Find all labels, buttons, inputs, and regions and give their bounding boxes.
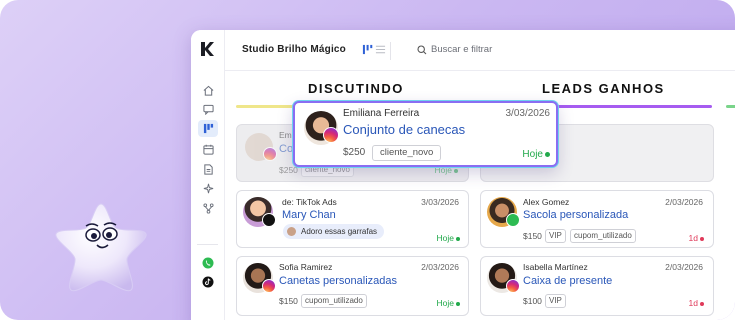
board-icon[interactable]: [198, 120, 218, 137]
lead-card[interactable]: Isabella Martínez 2/03/2026 Caixa de pre…: [480, 256, 714, 316]
search-icon: [417, 45, 427, 55]
card-status: Hoje: [437, 298, 460, 308]
top-bar: Studio Brilho Mágico Buscar e filtrar: [224, 30, 735, 71]
card-tag: cupom_utilizado: [301, 294, 367, 308]
column-title-discutindo: DISCUTINDO: [308, 81, 404, 96]
instagram-icon: [323, 127, 339, 143]
workspace-title: Studio Brilho Mágico: [242, 44, 346, 55]
board-view-icon[interactable]: [362, 44, 373, 55]
chat-icon[interactable]: [199, 101, 217, 117]
card-status: Hoje: [437, 233, 460, 243]
card-date: 2/03/2026: [665, 197, 703, 207]
card-name: Em: [279, 130, 292, 140]
home-icon[interactable]: [199, 82, 217, 98]
card-status: 1d: [689, 298, 704, 308]
lead-card[interactable]: Sofia Ramirez 2/03/2026 Canetas personal…: [236, 256, 469, 316]
card-name: Emiliana Ferreira: [343, 108, 420, 119]
card-title: Mary Chan: [282, 209, 336, 221]
card-date: 2/03/2026: [665, 262, 703, 272]
card-price: $250: [279, 165, 298, 175]
card-price: $100: [523, 296, 542, 306]
instagram-icon: [262, 279, 276, 293]
card-date: 3/03/2026: [421, 197, 459, 207]
card-status: Hoje: [522, 149, 550, 160]
dragging-card[interactable]: Emiliana Ferreira 3/03/2026 Conjunto de …: [293, 101, 558, 167]
card-tag: VIP: [545, 229, 566, 243]
card-name: de: TikTok Ads: [282, 197, 337, 207]
card-title: Conjunto de canecas: [343, 122, 466, 137]
message-preview: Adoro essas garrafas: [283, 224, 385, 239]
card-price: $150: [279, 296, 298, 306]
stage: Studio Brilho Mágico Buscar e filtrar DI…: [0, 0, 735, 320]
sidebar-rail: [191, 30, 225, 320]
card-status: 1d: [689, 233, 704, 243]
instagram-icon: [506, 279, 520, 293]
card-name: Sofia Ramirez: [279, 262, 333, 272]
card-name: Alex Gomez: [523, 197, 570, 207]
flow-icon[interactable]: [199, 200, 217, 216]
card-tag: cliente_novo: [372, 145, 442, 161]
message-text: Adoro essas garrafas: [301, 227, 378, 236]
avatar: [287, 227, 296, 236]
app-logo-icon: [201, 42, 214, 56]
list-view-icon[interactable]: [375, 44, 386, 55]
card-title: Co: [279, 143, 294, 155]
rail-divider: [197, 244, 218, 245]
tiktok-icon: [262, 213, 276, 227]
document-icon[interactable]: [199, 161, 217, 177]
sparkle-icon[interactable]: [199, 180, 217, 196]
lead-card[interactable]: de: TikTok Ads 3/03/2026 Mary Chan Adoro…: [236, 190, 469, 248]
top-divider: [390, 42, 391, 60]
calendar-icon[interactable]: [199, 141, 217, 157]
lead-card[interactable]: Alex Gomez 2/03/2026 Sacola personalizad…: [480, 190, 714, 248]
card-tag: VIP: [545, 294, 566, 308]
card-price: $250: [343, 147, 366, 158]
mascot-star-icon: [55, 203, 147, 292]
card-title: Canetas personalizadas: [279, 275, 398, 287]
search-input[interactable]: Buscar e filtrar: [431, 44, 492, 55]
card-date: 3/03/2026: [505, 108, 551, 119]
card-price: $150: [523, 231, 542, 241]
column-accent-next: [726, 105, 735, 108]
card-date: 2/03/2026: [421, 262, 459, 272]
tiktok-icon[interactable]: [199, 274, 217, 290]
card-tag: cupom_utilizado: [570, 229, 636, 243]
whatsapp-icon[interactable]: [199, 255, 217, 271]
card-title: Caixa de presente: [523, 275, 613, 287]
card-name: Isabella Martínez: [523, 262, 588, 272]
card-title: Sacola personalizada: [523, 209, 629, 221]
whatsapp-icon: [506, 213, 520, 227]
column-title-leads-ganhos: LEADS GANHOS: [542, 81, 665, 96]
instagram-icon: [263, 147, 277, 161]
